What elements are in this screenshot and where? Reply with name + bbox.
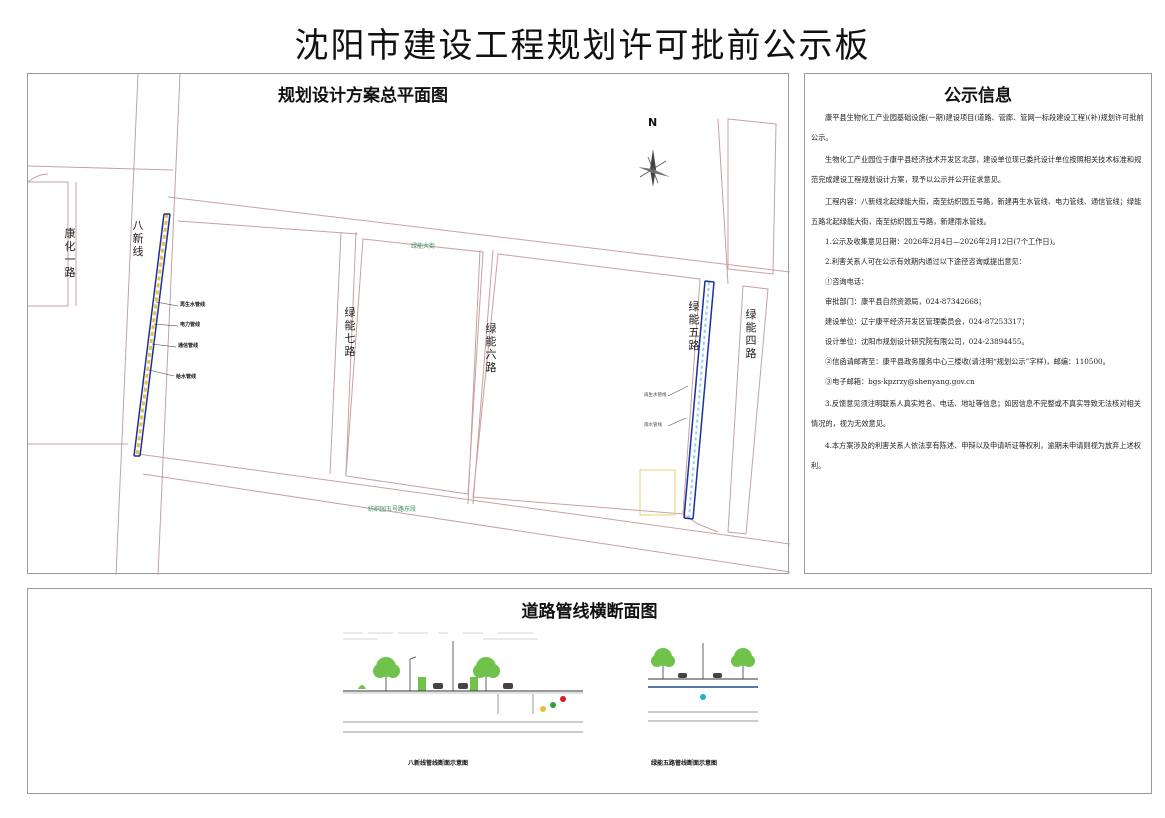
notice-info-panel: 公示信息 康平县生物化工产业园基础设施(一期)建设项目(道路、管廊、管网一标段建… [804,73,1152,574]
pipe-label-power: 电力管线 [180,322,201,328]
lvneng5-section-caption: 绿能五路管线断面示意图 [651,760,718,767]
road-label-lvneng6: 绿能六路 [485,322,497,374]
road-label-lvneng7: 绿能七路 [344,306,356,358]
baxin-section-caption: 八新线管线断面示意图 [408,760,469,767]
site-plan-panel: 规划设计方案总平面图 N 康化一路 八新线 绿能七路 绿能六路 绿能五路 绿能四… [27,73,790,575]
road-label-lvneng5: 绿能五路 [688,300,700,352]
info-email: ③电子邮箱：bgs-kpzrzy@shenyang.gov.cn [825,377,975,386]
north-arrow [638,149,670,187]
lvneng5-cross-section-drawing [648,643,758,722]
north-label: N [648,116,658,129]
tree-icon [373,657,500,678]
pipe-label-water-supply: 给水管线 [176,374,197,380]
info-paragraph: 审批部门：康平县自然资源局，024-87342668； [825,297,986,306]
info-paragraph: 3.反馈意见须注明联系人真实姓名、电话、地址等信息；如因信息不完整或不真实导致无… [811,399,1141,428]
info-paragraph: ②信函请邮寄至：康平县政务服务中心三楼收(请注明“规划公示”字样)，邮编：110… [825,357,1110,366]
road-label-kanghua: 康化一路 [64,227,76,279]
pipe-label-right-storm: 雨水管线 [644,423,662,428]
info-paragraph: 1.公示及收集意见日期：2026年2月4日—2026年2月12日(7个工作日)。 [825,237,1060,246]
road-label-fangzhi5: 纺织园五号路东段 [368,506,417,513]
baxin-cross-section-drawing [343,632,583,733]
info-paragraph: 生物化工产业园位于康平县经济技术开发区北部，建设单位现已委托设计单位按照相关技术… [811,155,1142,184]
info-paragraph: 2.利害关系人可在公示有效期内通过以下途径咨询或提出意见： [825,257,1026,266]
cross-section-panel: 道路管线横断面图 八新线管线断面示意图 绿能五路管线断面示意图 [27,588,1152,794]
info-paragraph: 建设单位：辽宁康平经济开发区管理委员会，024-87253317； [825,317,1029,326]
notice-info-body: 康平县生物化工产业园基础设施(一期)建设项目(道路、管廊、管网一标段建设工程)(… [811,108,1145,476]
pipe-label-telecom: 通信管线 [178,343,199,349]
road-label-lvneng4: 绿能四路 [745,308,757,360]
info-paragraph: 工程内容：八新线北起绿能大街，南至纺织园五号路，新建再生水管线、电力管线、通信管… [811,197,1142,226]
notice-info-title: 公示信息 [944,86,1012,106]
info-paragraph: 设计单位：沈阳市规划设计研究院有限公司，024-23894455。 [825,337,1029,346]
info-paragraph: 康平县生物化工产业园基础设施(一期)建设项目(道路、管廊、管网一标段建设工程)(… [811,113,1144,142]
road-label-baxin: 八新线 [132,219,144,258]
road-label-lvneng-dajie: 绿能大街 [411,243,436,250]
page-title: 沈阳市建设工程规划许可批前公示板 [294,26,871,66]
pipe-label-right-reclaimed: 再生水管线 [644,393,667,398]
cross-section-title: 道路管线横断面图 [521,602,658,622]
info-paragraph: ①咨询电话： [825,277,869,286]
site-plan-drawing [28,74,790,575]
pipe-label-reclaimed-water: 再生水管线 [180,302,206,308]
info-paragraph: 4.本方案涉及的利害关系人依法享有陈述、申辩以及申请听证等权利，逾期未申请则视为… [811,441,1141,470]
site-plan-title: 规划设计方案总平面图 [278,86,448,106]
